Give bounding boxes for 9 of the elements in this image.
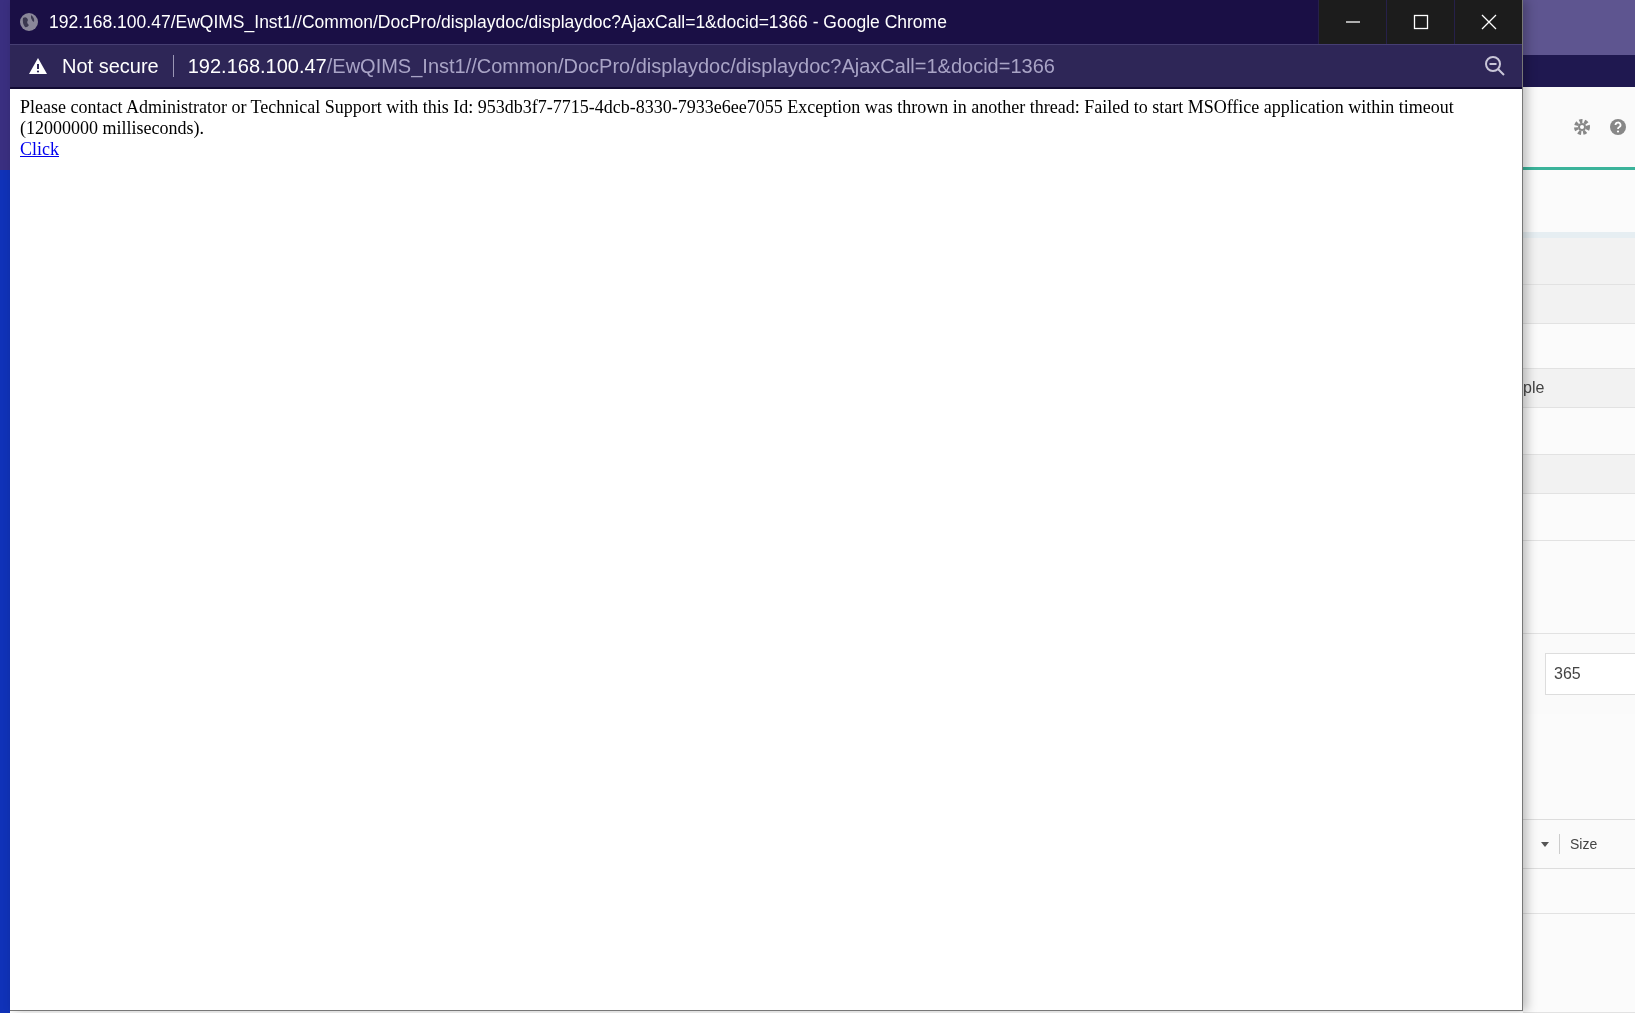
click-link[interactable]: Click (20, 139, 59, 159)
security-label: Not secure (62, 54, 159, 78)
error-message: Please contact Administrator or Technical Support with this Id: 953db3f7-7715-4dcb-8330-7933e6ee7055 Exception was thrown in another thread: Failed to start MSOffice application within timeout (12000000 milliseconds). (20, 97, 1455, 139)
column-header[interactable]: Size (1570, 836, 1598, 852)
row-text: ple (1523, 379, 1545, 397)
address-bar[interactable]: Not secure 192.168.100.47/EwQIMS_Inst1//Common/DocPro/displaydoc/displaydoc?AjaxCall=1&docid=1366 (10, 44, 1522, 89)
number-field[interactable]: 365 (1545, 653, 1635, 695)
url-text: 192.168.100.47/EwQIMS_Inst1//Common/DocPro/displaydoc/displaydoc?AjaxCall=1&docid=1366 (187, 54, 1056, 78)
window-title: 192.168.100.47/EwQIMS_Inst1//Common/DocPro/displaydoc/displaydoc?AjaxCall=1&docid=1366 - Google Chrome (49, 11, 948, 33)
